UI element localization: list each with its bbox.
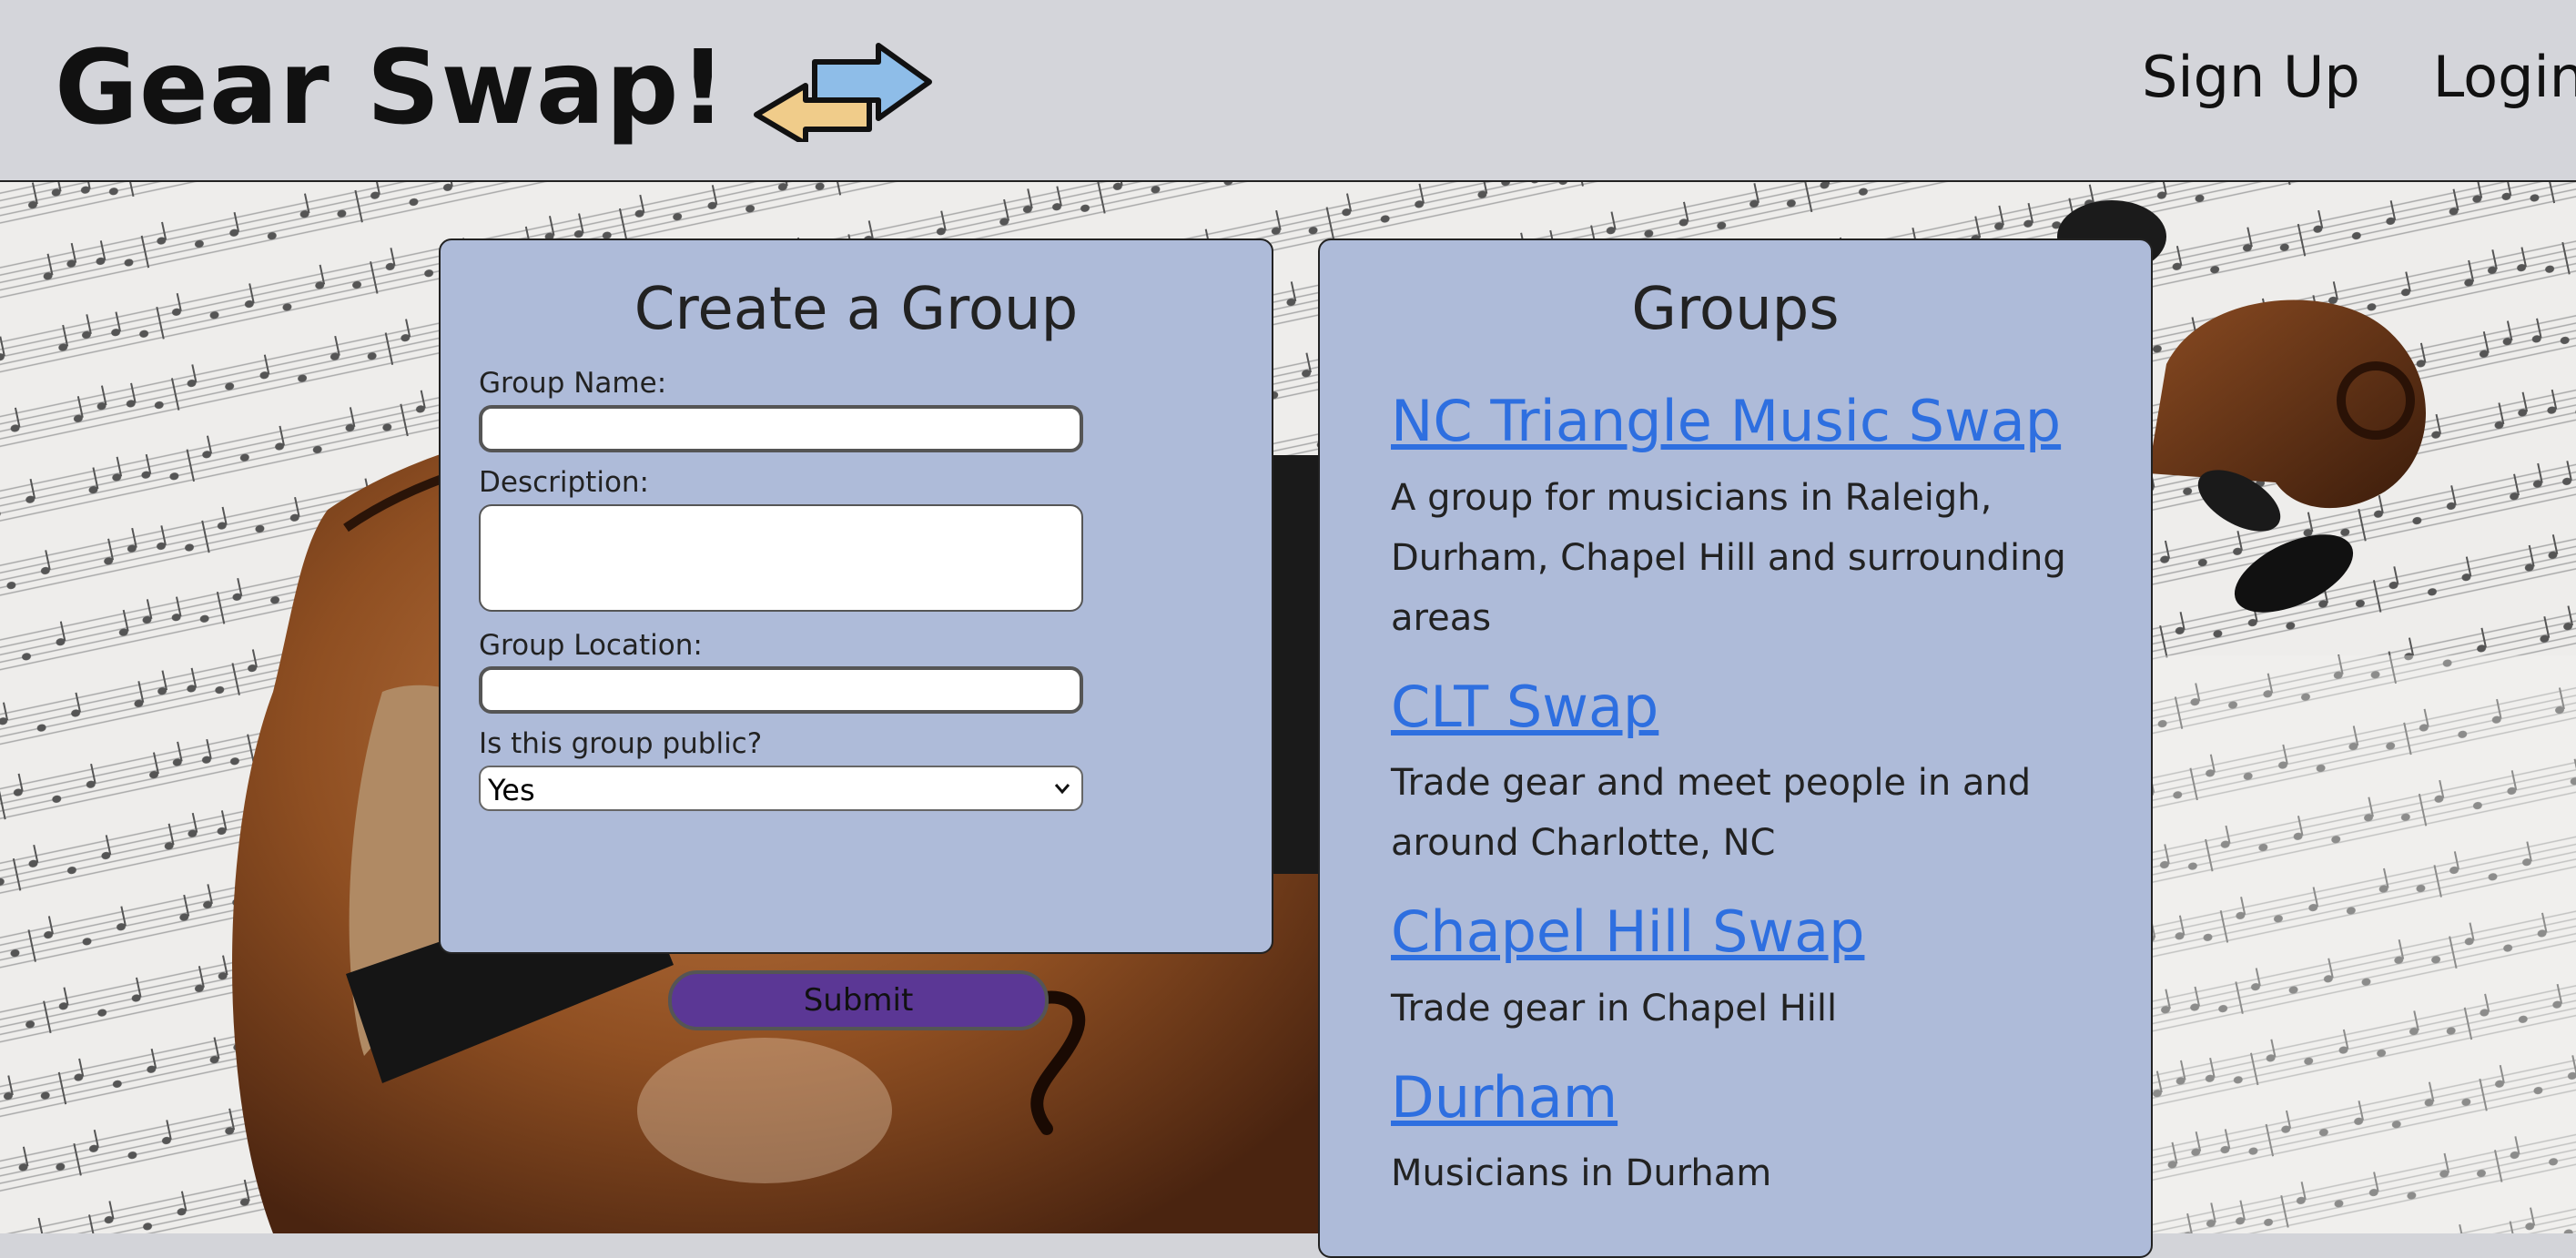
swap-arrows-icon: [753, 43, 932, 142]
nav-links: Sign Up Login: [2069, 44, 2576, 111]
login-link[interactable]: Login: [2433, 44, 2576, 111]
create-group-title: Create a Group: [634, 276, 1079, 343]
group-item: NC Triangle Music Swap A group for music…: [1391, 386, 2101, 648]
public-select[interactable]: Yes: [479, 766, 1083, 811]
signup-link[interactable]: Sign Up: [2142, 44, 2360, 111]
top-bar: Gear Swap! Sign Up Login: [0, 0, 2576, 182]
background-image: [0, 182, 2576, 1233]
group-list: NC Triangle Music Swap A group for music…: [1391, 386, 2101, 1227]
groups-panel: Groups NC Triangle Music Swap A group fo…: [1318, 238, 2153, 1258]
public-label: Is this group public?: [479, 727, 763, 761]
description-label: Description:: [479, 465, 649, 499]
brand[interactable]: Gear Swap!: [55, 20, 933, 157]
group-item: Chapel Hill Swap Trade gear in Chapel Hi…: [1391, 897, 2101, 1039]
chevron-down-icon: [1054, 784, 1070, 795]
group-item: Durham Musicians in Durham: [1391, 1062, 2101, 1204]
site-title: Gear Swap!: [55, 29, 727, 147]
group-link[interactable]: NC Triangle Music Swap: [1391, 386, 2061, 457]
group-location-input[interactable]: [479, 666, 1083, 715]
create-group-panel: Create a Group Group Name: Description: …: [439, 238, 1273, 1030]
group-description: Musicians in Durham: [1391, 1152, 1772, 1194]
submit-button[interactable]: Submit: [668, 970, 1049, 1030]
group-location-label: Group Location:: [479, 628, 703, 662]
sheet-music-violin-image: [0, 182, 2576, 1233]
group-link[interactable]: CLT Swap: [1391, 672, 1658, 743]
groups-title: Groups: [1631, 276, 1840, 343]
group-item: CLT Swap Trade gear and meet people in a…: [1391, 672, 2101, 874]
create-group-form: Group Name: Description: Group Location:…: [479, 366, 1116, 811]
group-link[interactable]: Durham: [1391, 1062, 1618, 1133]
description-textarea[interactable]: [479, 503, 1083, 612]
group-link[interactable]: Chapel Hill Swap: [1391, 897, 1864, 968]
group-name-label: Group Name:: [479, 367, 667, 400]
group-description: A group for musicians in Raleigh, Durham…: [1391, 476, 2066, 639]
group-description: Trade gear in Chapel Hill: [1391, 987, 1838, 1030]
public-select-value: Yes: [488, 773, 535, 807]
group-description: Trade gear and meet people in and around…: [1391, 762, 2032, 864]
group-name-input[interactable]: [479, 404, 1083, 452]
